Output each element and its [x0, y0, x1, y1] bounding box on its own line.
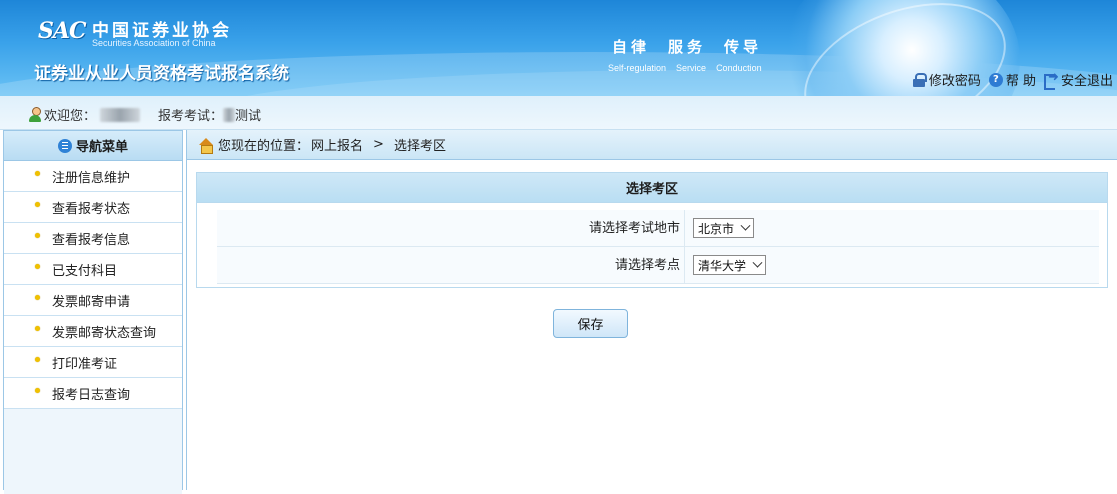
sidebar-item-label: 注册信息维护	[52, 170, 131, 186]
logo-text: SAC	[38, 18, 86, 44]
breadcrumb-level1: 网上报名	[311, 139, 364, 154]
sidebar-item-label: 已支付科目	[52, 263, 118, 279]
lock-icon	[912, 72, 927, 87]
slogan-cn-1: 自律	[612, 38, 651, 56]
change-password-link[interactable]: 修改密码	[912, 70, 981, 89]
exam-name-redacted	[223, 107, 236, 122]
site-label: 请选择考点	[217, 247, 685, 284]
welcome-info: 欢迎您： 报考考试： 测试	[28, 105, 261, 124]
logout-link[interactable]: 安全退出	[1043, 70, 1113, 90]
help-icon: ?	[988, 72, 1003, 87]
chevron-down-icon	[752, 257, 763, 268]
help-label: 帮 助	[1005, 74, 1036, 89]
sidebar-title: 导航菜单	[75, 140, 128, 155]
sidebar-item-label: 发票邮寄申请	[52, 294, 131, 310]
breadcrumb-separator: >	[373, 137, 384, 152]
username-redacted	[100, 107, 141, 122]
slogan-cn-3: 传导	[724, 38, 763, 56]
sidebar-item-label: 报考日志查询	[52, 387, 131, 403]
sidebar-item-print-ticket[interactable]: 打印准考证	[4, 347, 182, 378]
breadcrumb-level2: 选择考区	[393, 139, 446, 154]
slogan: 自律 服务 传导 Self-regulation Service Conduct…	[608, 36, 768, 73]
sidebar-item-label: 查看报考信息	[52, 232, 131, 248]
menu-icon	[57, 138, 72, 153]
site-select-value: 清华大学	[698, 258, 747, 273]
sidebar-item-exam-log[interactable]: 报考日志查询	[4, 378, 182, 409]
logout-icon	[1043, 70, 1059, 90]
city-select[interactable]: 北京市	[693, 218, 755, 238]
sidebar-item-label: 发票邮寄状态查询	[52, 325, 157, 341]
slogan-cn-2: 服务	[668, 38, 707, 56]
sidebar-item-paid-subjects[interactable]: 已支付科目	[4, 254, 182, 285]
slogan-en-1: Self-regulation	[608, 63, 667, 73]
main-content: 您现在的位置： 网上报名 > 选择考区 选择考区 请选择考试地市 北京市 请选择…	[186, 130, 1117, 490]
exam-suffix: 测试	[235, 109, 262, 124]
logout-label: 安全退出	[1060, 74, 1113, 89]
org-name-en: Securities Association of China	[92, 38, 216, 48]
slogan-en-3: Conduction	[716, 63, 762, 73]
sidebar-empty-area	[4, 409, 182, 494]
sac-logo: SAC	[38, 18, 88, 48]
site-select[interactable]: 清华大学	[693, 255, 767, 275]
slogan-en-2: Service	[676, 63, 707, 73]
top-links: 修改密码 ? 帮 助 安全退出	[912, 70, 1113, 90]
select-area-form: 选择考区 请选择考试地市 北京市 请选择考点 清华大学	[196, 172, 1108, 288]
exam-label: 报考考试：	[158, 109, 224, 124]
chevron-down-icon	[740, 220, 751, 231]
form-title: 选择考区	[197, 173, 1107, 203]
sidebar-item-label: 查看报考状态	[52, 201, 131, 217]
system-title: 证券业从业人员资格考试报名系统	[34, 64, 289, 84]
sidebar-item-invoice-status[interactable]: 发票邮寄状态查询	[4, 316, 182, 347]
city-label: 请选择考试地市	[217, 210, 685, 247]
sidebar-item-exam-info[interactable]: 查看报考信息	[4, 223, 182, 254]
user-icon	[28, 107, 42, 122]
sidebar: 导航菜单 注册信息维护 查看报考状态 查看报考信息 已支付科目 发票邮寄申请 发…	[3, 130, 183, 494]
breadcrumb-prefix: 您现在的位置：	[218, 139, 310, 154]
save-button[interactable]: 保存	[553, 309, 628, 338]
sidebar-item-exam-status[interactable]: 查看报考状态	[4, 192, 182, 223]
city-row: 请选择考试地市 北京市	[217, 210, 1099, 247]
site-row: 请选择考点 清华大学	[217, 247, 1099, 284]
greeting-label: 欢迎您：	[44, 109, 97, 124]
sidebar-item-register-info[interactable]: 注册信息维护	[4, 161, 182, 192]
sidebar-item-label: 打印准考证	[52, 356, 118, 372]
sidebar-header: 导航菜单	[4, 131, 182, 161]
welcome-bar: 欢迎您： 报考考试： 测试	[0, 96, 1117, 130]
sidebar-item-invoice-mail[interactable]: 发票邮寄申请	[4, 285, 182, 316]
breadcrumb: 您现在的位置： 网上报名 > 选择考区	[187, 130, 1117, 160]
home-icon	[198, 137, 214, 154]
help-link[interactable]: ? 帮 助	[988, 70, 1036, 89]
change-password-label: 修改密码	[928, 74, 981, 89]
city-select-value: 北京市	[698, 221, 735, 236]
header-banner: SAC 中国证券业协会 Securities Association of Ch…	[0, 0, 1117, 96]
